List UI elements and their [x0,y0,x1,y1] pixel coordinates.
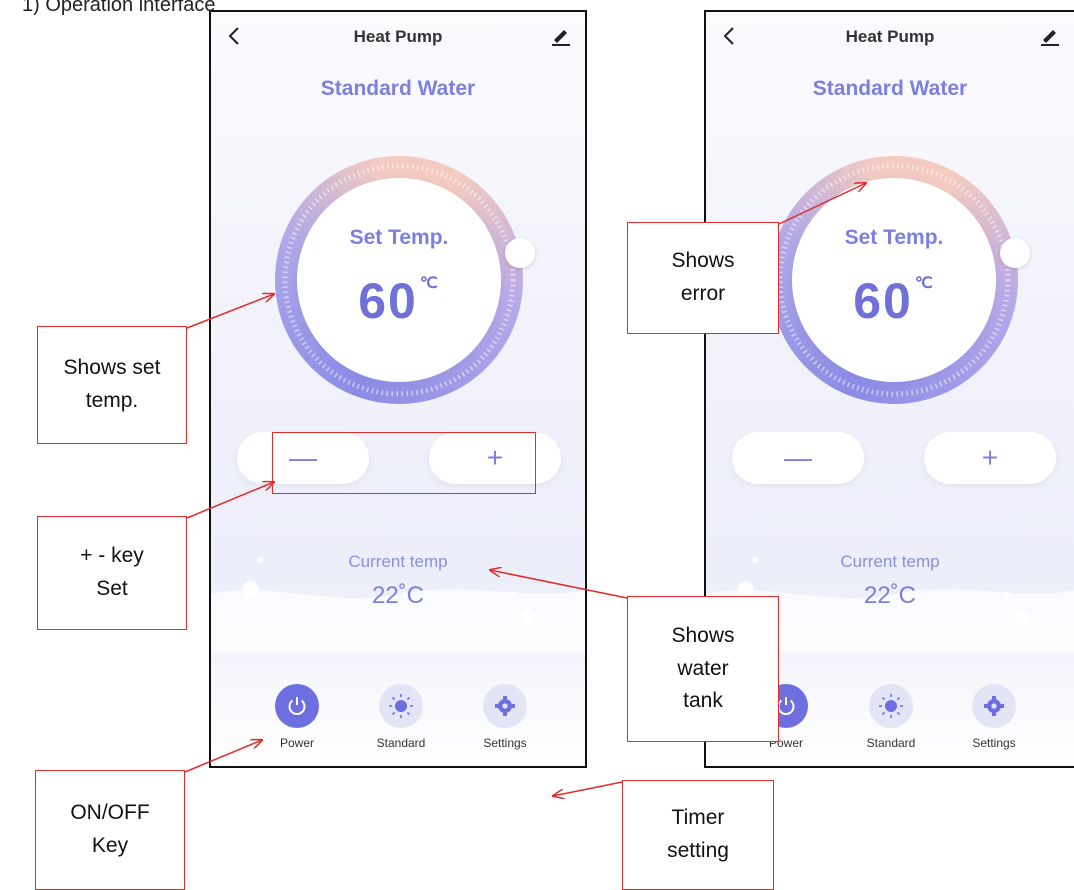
nav-power-label: Power [279,736,314,750]
temperature-dial[interactable]: Set Temp. 60 ℃ [275,156,535,404]
app-title: Heat Pump [845,27,935,46]
dial-center: Set Temp. 60 ℃ [792,178,996,382]
sun-icon [379,684,423,728]
gear-icon [972,684,1016,728]
app-title: Heat Pump [353,27,443,46]
mode-title: Standard Water [320,77,476,100]
nav-standard-label: Standard [866,736,916,750]
set-temp-label: Set Temp. [349,226,449,249]
callout-timer: Timer setting [622,780,774,890]
callout-water-tank: Shows water tank [627,596,779,742]
nav-settings-label: Settings [483,736,527,750]
callout-key-set: + - key Set [37,516,187,630]
dial-knob[interactable] [505,238,535,268]
key-highlight-box [272,432,536,494]
callout-on-off: ON/OFF Key [35,770,185,890]
set-temp-value: 60 ℃ [358,273,440,329]
arrow-timer [553,781,623,796]
sun-icon [869,684,913,728]
page-heading: 1) Operation interface [22,0,216,16]
power-icon [275,684,319,728]
minus-button[interactable]: — [732,432,864,484]
dial-center: Set Temp. 60 ℃ [297,178,501,382]
nav-settings[interactable]: Settings [475,684,535,750]
nav-standard-label: Standard [376,736,426,750]
nav-power[interactable]: Power [267,684,327,750]
phone-screen-left: Heat Pump Standard Water Set Temp. 60 ℃ —… [209,10,587,768]
callout-error: Shows error [627,222,779,334]
nav-standard[interactable]: Standard [861,684,921,750]
current-temp-label: Current temp [348,552,448,571]
edit-icon[interactable] [1038,24,1062,48]
temperature-dial[interactable]: Set Temp. 60 ℃ [770,156,1030,404]
dial-knob[interactable] [1000,238,1030,268]
current-temp-label: Current temp [840,552,940,571]
set-temp-unit: ℃ [914,275,935,292]
nav-standard[interactable]: Standard [371,684,431,750]
current-temp-value: 22˚C [371,582,425,609]
mode-title: Standard Water [812,77,968,100]
set-temp-value: 60 ℃ [853,273,935,329]
set-temp-label: Set Temp. [844,226,944,249]
set-temp-unit: ℃ [419,275,440,292]
nav-settings-label: Settings [972,736,1016,750]
nav-settings[interactable]: Settings [964,684,1024,750]
plus-button[interactable]: + [924,432,1056,484]
callout-set-temp: Shows set temp. [37,326,187,444]
gear-icon [483,684,527,728]
edit-icon[interactable] [549,24,573,48]
